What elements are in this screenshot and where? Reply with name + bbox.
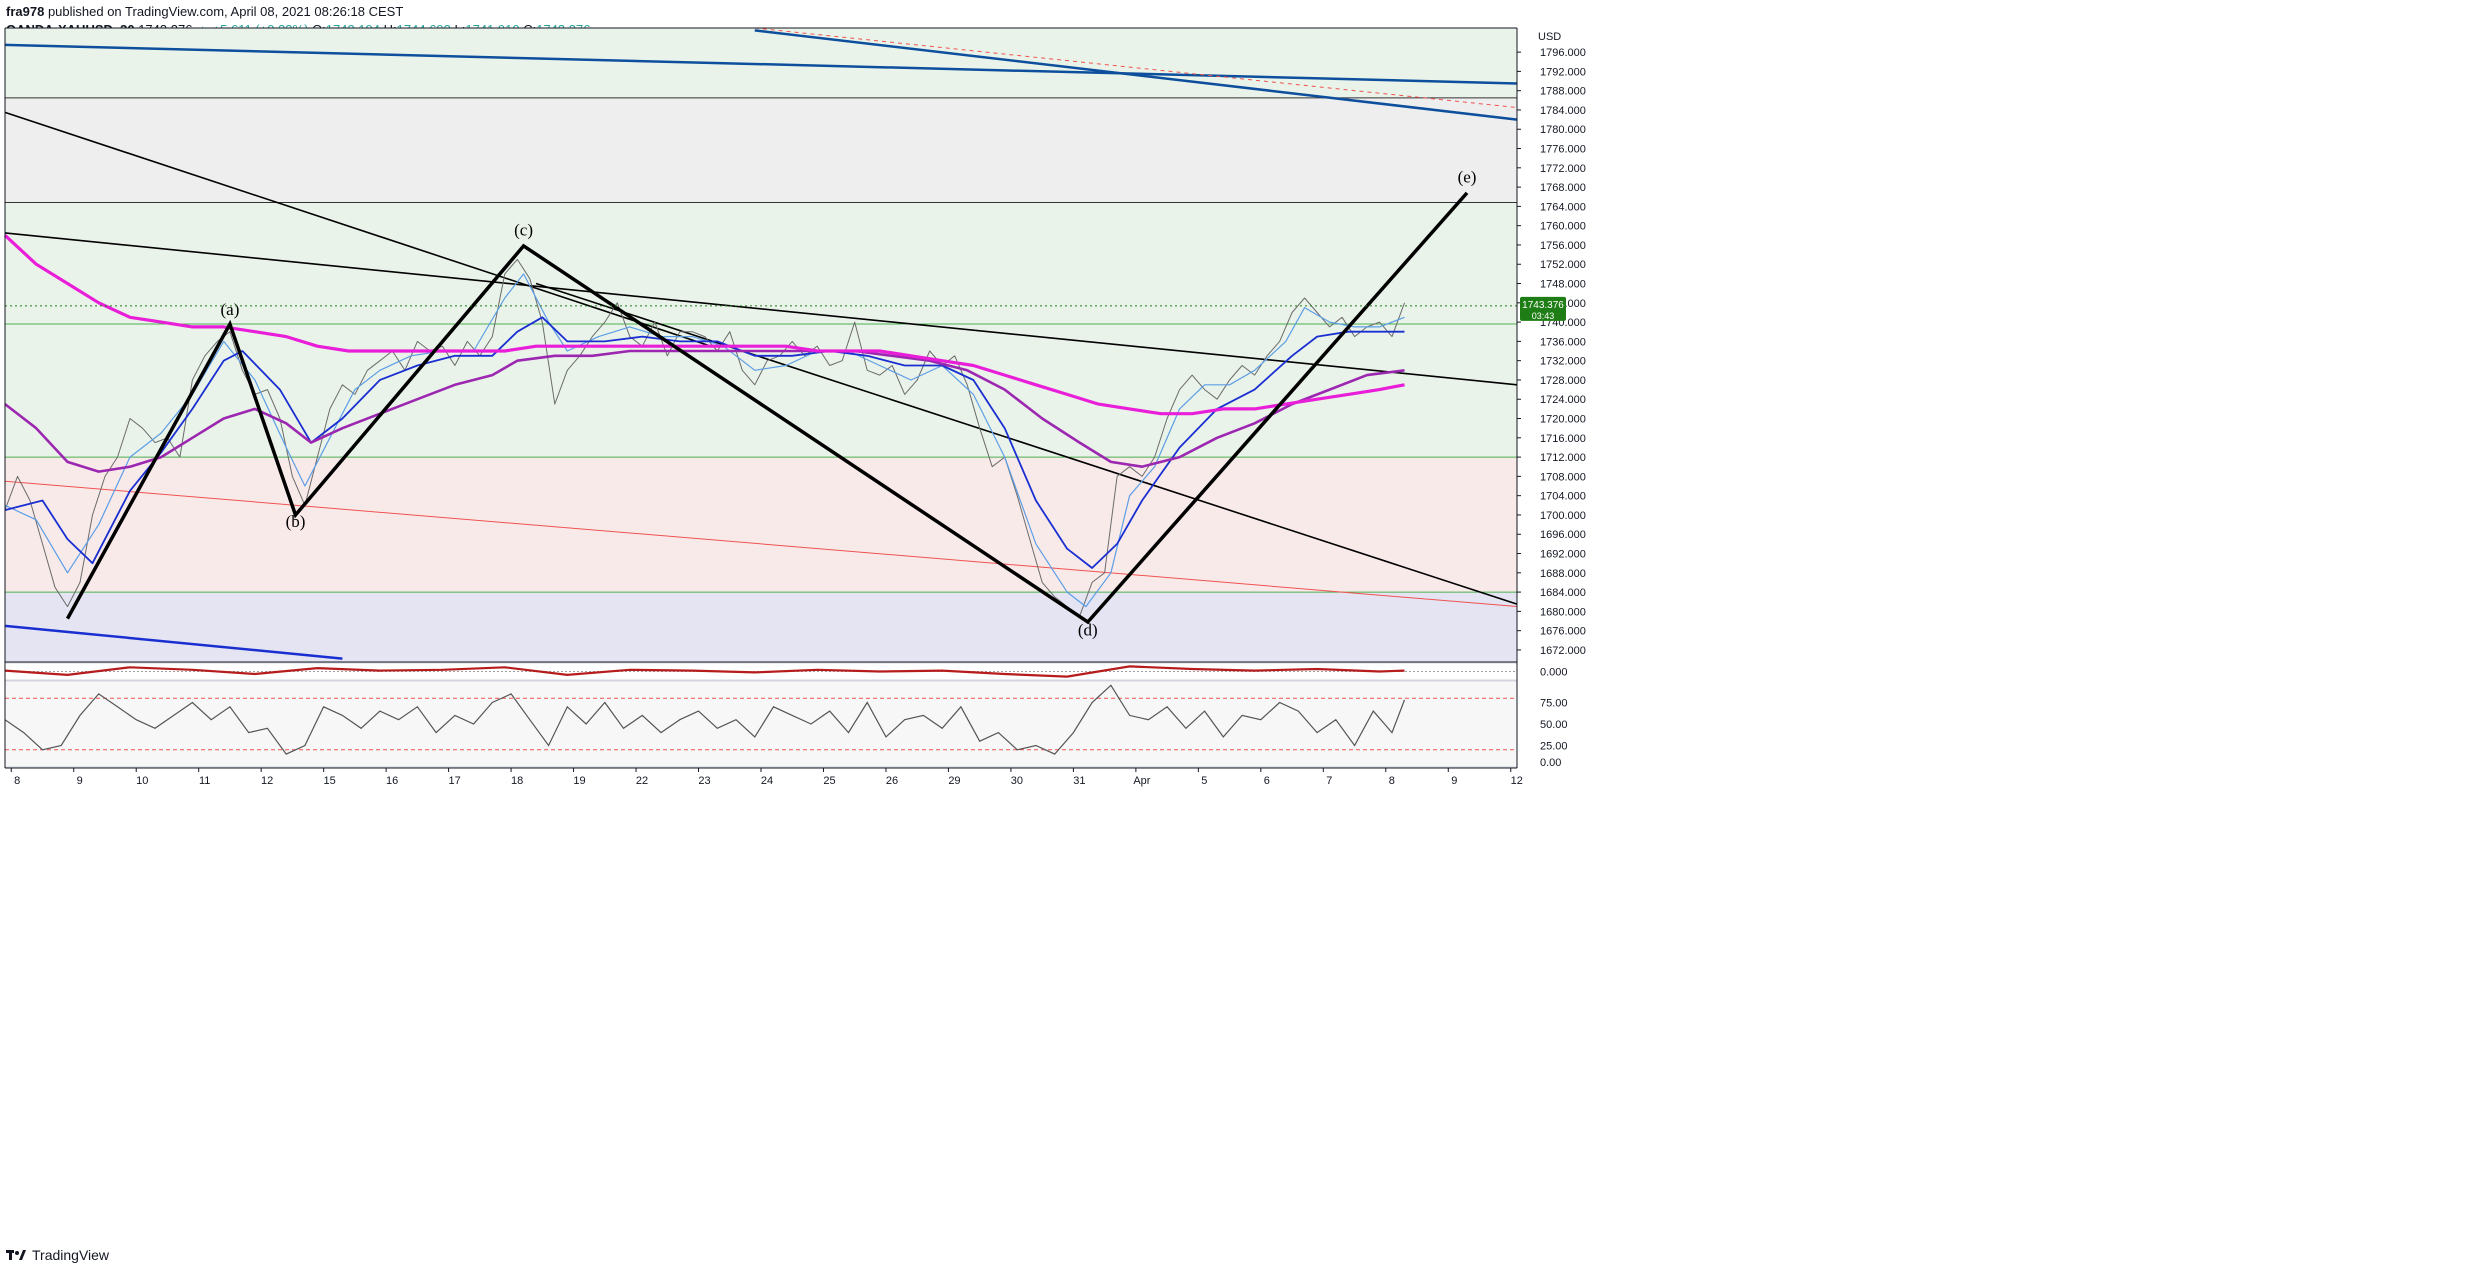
x-tick-label: 17 <box>448 775 460 787</box>
x-tick-label: 9 <box>1451 775 1457 787</box>
x-tick-label: Apr <box>1133 775 1150 787</box>
wave-label[interactable]: (c) <box>514 220 533 239</box>
zone-band <box>5 592 1517 662</box>
x-tick-label: 8 <box>1389 775 1395 787</box>
y-tick-label: 1728.000 <box>1540 375 1586 387</box>
x-tick-label: 16 <box>386 775 398 787</box>
y-tick-label: 1748.000 <box>1540 279 1586 291</box>
wave-label[interactable]: (d) <box>1078 620 1098 639</box>
wave-label[interactable]: (e) <box>1458 167 1477 186</box>
y-tick-label: 1716.000 <box>1540 433 1586 445</box>
price-tag-countdown: 03:43 <box>1532 311 1555 321</box>
rsi-tick-label: 25.00 <box>1540 741 1568 753</box>
rsi-tick-label: 50.00 <box>1540 719 1568 731</box>
x-tick-label: 24 <box>761 775 773 787</box>
wave-label[interactable]: (b) <box>286 512 306 531</box>
y-tick-label: 1788.000 <box>1540 86 1586 98</box>
brand-name: TradingView <box>32 1247 110 1263</box>
y-tick-label: 1688.000 <box>1540 568 1586 580</box>
y-tick-label: 1732.000 <box>1540 356 1586 368</box>
x-tick-label: 11 <box>199 775 210 787</box>
y-tick-label: 1692.000 <box>1540 549 1586 561</box>
y-tick-label: 1780.000 <box>1540 124 1586 136</box>
time-axis[interactable]: 8 9 10 11 12 15 16 17 18 19 22 23 24 25 26 29 30 31 Apr 5 6 7… <box>5 767 1523 787</box>
tradingview-logo-icon <box>6 1250 26 1260</box>
price-pane[interactable]: (a) (b) (c) (d) (e) <box>3 27 1518 662</box>
rsi-tick-label: 75.00 <box>1540 698 1568 710</box>
x-tick-label: 10 <box>136 775 148 787</box>
y-tick-label: 1696.000 <box>1540 529 1586 541</box>
x-tick-label: 8 <box>14 775 20 787</box>
x-tick-label: 29 <box>948 775 960 787</box>
y-tick-label: 1784.000 <box>1540 105 1586 117</box>
y-tick-label: 1700.000 <box>1540 510 1586 522</box>
chart-canvas[interactable]: (a) (b) (c) (d) (e) USD 1796.000 1792.000 1788.… <box>0 0 2468 1274</box>
rsi-pane[interactable] <box>4 680 1518 768</box>
wave-label[interactable]: (a) <box>220 300 239 319</box>
x-tick-label: 7 <box>1326 775 1332 787</box>
footer-brand: TradingView <box>6 1247 109 1263</box>
x-tick-label: 9 <box>77 775 83 787</box>
oscillator-pane[interactable] <box>4 662 1518 681</box>
currency-label: USD <box>1538 31 1561 43</box>
x-tick-label: 12 <box>1511 775 1523 787</box>
rsi-tick-label: 0.00 <box>1540 757 1561 769</box>
y-tick-label: 1756.000 <box>1540 240 1586 252</box>
y-tick-label: 1772.000 <box>1540 163 1586 175</box>
x-tick-label: 22 <box>636 775 648 787</box>
rsi-background <box>4 680 1518 768</box>
x-tick-label: 18 <box>511 775 523 787</box>
y-tick-label: 1724.000 <box>1540 394 1586 406</box>
y-tick-label: 1792.000 <box>1540 66 1586 78</box>
x-tick-label: 31 <box>1073 775 1085 787</box>
zone-band <box>5 457 1517 593</box>
y-tick-label: 1712.000 <box>1540 452 1586 464</box>
y-tick-label: 1684.000 <box>1540 587 1586 599</box>
x-tick-label: 12 <box>261 775 273 787</box>
x-tick-label: 15 <box>324 775 336 787</box>
y-tick-label: 1760.000 <box>1540 221 1586 233</box>
y-tick-label: 1736.000 <box>1540 336 1586 348</box>
y-tick-label: 1752.000 <box>1540 259 1586 271</box>
x-tick-label: 19 <box>573 775 585 787</box>
x-tick-label: 26 <box>886 775 898 787</box>
y-tick-label: 1796.000 <box>1540 47 1586 59</box>
x-tick-label: 30 <box>1011 775 1023 787</box>
x-tick-label: 6 <box>1264 775 1270 787</box>
x-tick-label: 25 <box>823 775 835 787</box>
y-tick-label: 1704.000 <box>1540 491 1586 503</box>
oscillator-tick-label: 0.000 <box>1540 667 1568 679</box>
x-tick-label: 5 <box>1201 775 1207 787</box>
y-tick-label: 1764.000 <box>1540 201 1586 213</box>
y-tick-label: 1680.000 <box>1540 606 1586 618</box>
y-tick-label: 1776.000 <box>1540 144 1586 156</box>
y-tick-label: 1720.000 <box>1540 414 1586 426</box>
axis-background <box>1517 28 2468 768</box>
price-tag-value: 1743.376 <box>1522 300 1564 311</box>
y-tick-label: 1676.000 <box>1540 626 1586 638</box>
y-tick-label: 1672.000 <box>1540 645 1586 657</box>
price-axis[interactable]: USD 1796.000 1792.000 1788.000 1784.000 1780.… <box>1516 28 2468 769</box>
x-tick-label: 23 <box>698 775 710 787</box>
y-tick-label: 1708.000 <box>1540 471 1586 483</box>
y-tick-label: 1768.000 <box>1540 182 1586 194</box>
